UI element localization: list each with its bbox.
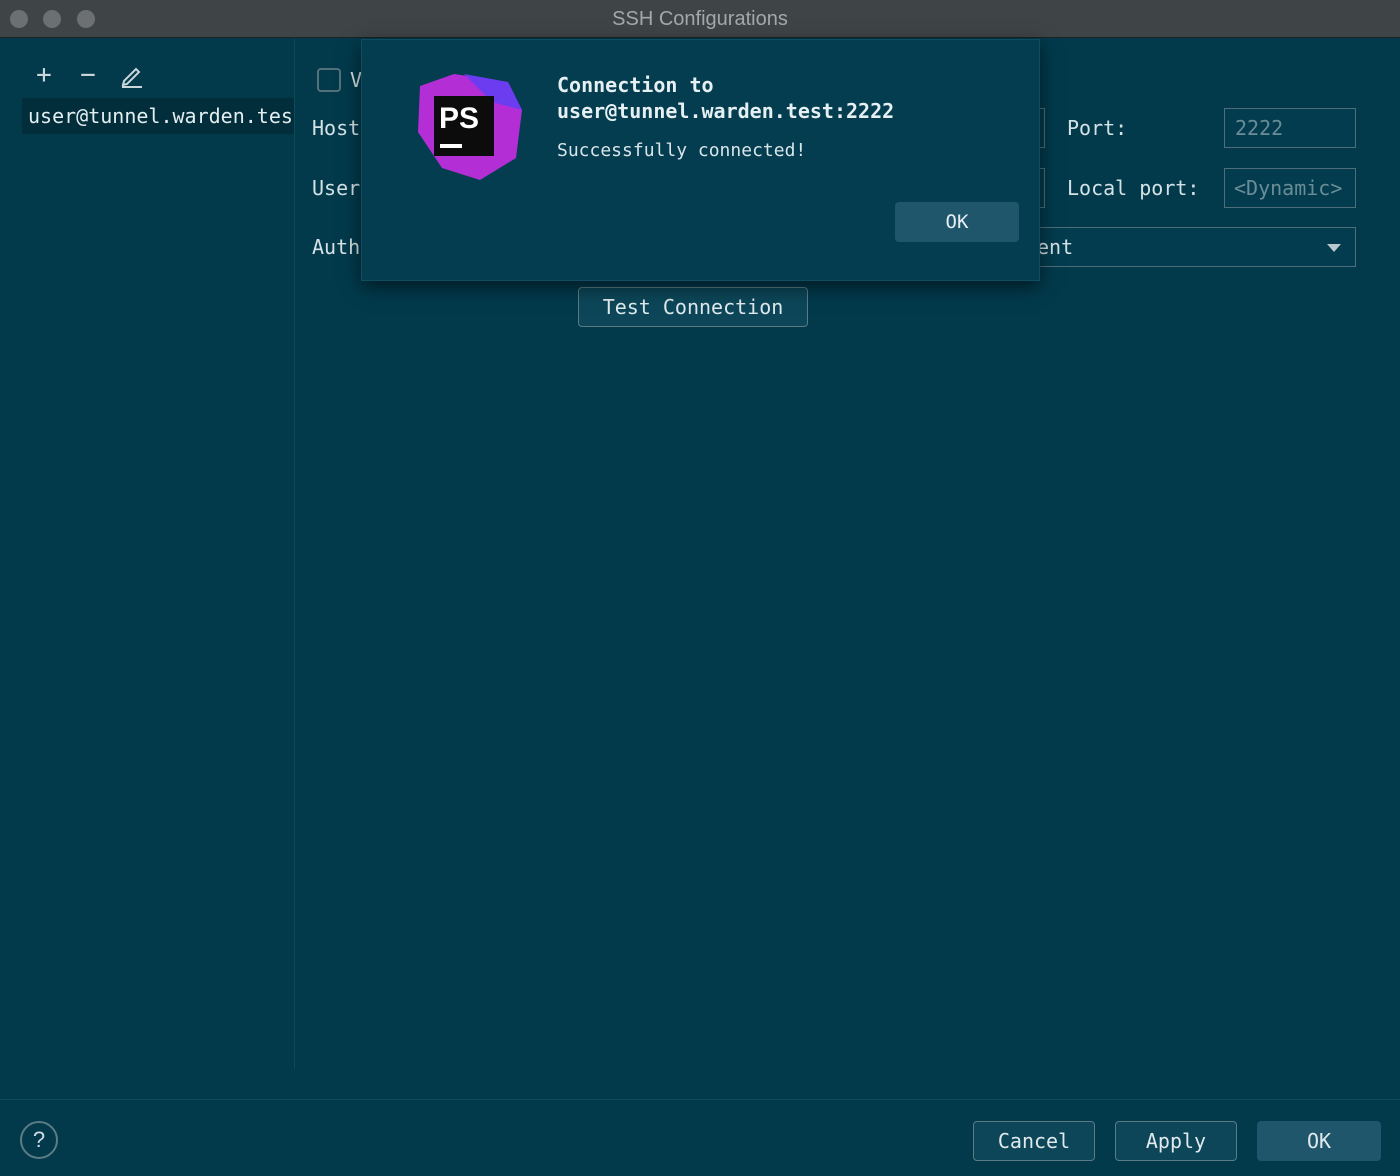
chevron-down-icon xyxy=(1327,244,1341,252)
dialog-title: Connection to user@tunnel.warden.test:22… xyxy=(557,72,894,124)
window-titlebar: SSH Configurations xyxy=(0,0,1400,38)
port-field[interactable]: 2222 xyxy=(1224,108,1356,148)
ok-button[interactable]: OK xyxy=(1257,1121,1381,1161)
pencil-icon xyxy=(121,67,142,88)
host-label: Host xyxy=(312,116,361,140)
dialog-message: Successfully connected! xyxy=(557,140,807,161)
auth-type-value: ent xyxy=(1037,235,1074,259)
auth-type-select[interactable]: ent xyxy=(1030,227,1356,267)
dialog-ok-button[interactable]: OK xyxy=(895,202,1019,242)
phpstorm-logo-icon: PS xyxy=(418,74,522,180)
port-label: Port: xyxy=(1067,116,1128,140)
logo-text: PS xyxy=(439,102,479,135)
test-connection-button[interactable]: Test Connection xyxy=(578,287,808,327)
configurations-sidebar xyxy=(0,39,294,1099)
auth-type-label: Auth xyxy=(312,235,361,259)
dialog-title-line1: Connection to xyxy=(557,73,714,97)
panel-divider xyxy=(294,39,295,1069)
edit-configuration-button[interactable] xyxy=(117,60,147,90)
cancel-button[interactable]: Cancel xyxy=(973,1121,1095,1161)
remove-configuration-button[interactable]: − xyxy=(73,60,103,90)
add-configuration-button[interactable]: + xyxy=(29,60,59,90)
visible-checkbox[interactable] xyxy=(317,68,341,92)
footer-divider xyxy=(0,1099,1400,1100)
local-port-field[interactable]: <Dynamic> xyxy=(1224,168,1356,208)
local-port-label: Local port: xyxy=(1067,176,1200,200)
connection-result-dialog: PS Connection to user@tunnel.warden.test… xyxy=(361,39,1040,281)
help-button[interactable]: ? xyxy=(20,1121,58,1159)
sidebar-item-config[interactable]: user@tunnel.warden.test:2222 xyxy=(22,98,294,134)
window-title: SSH Configurations xyxy=(612,8,788,30)
dialog-title-line2: user@tunnel.warden.test:2222 xyxy=(557,99,895,123)
apply-button[interactable]: Apply xyxy=(1115,1121,1237,1161)
username-label: User xyxy=(312,176,361,200)
